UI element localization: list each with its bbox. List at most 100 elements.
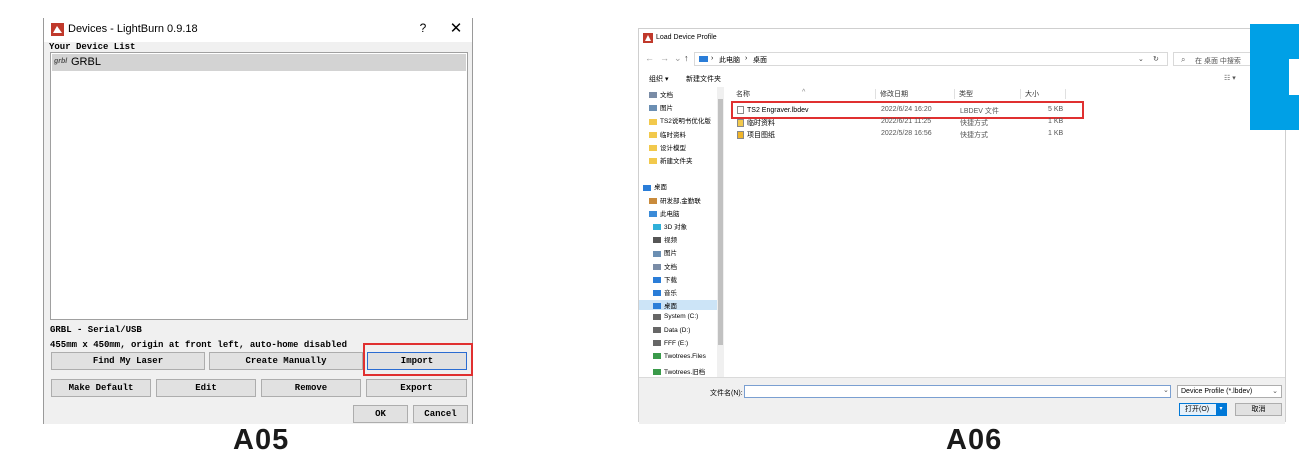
organize-menu[interactable]: 组织 ▾ — [649, 74, 668, 84]
nav-item-label: System (C:) — [664, 313, 699, 321]
nav-item[interactable]: Twotrees.Files — [653, 353, 706, 360]
column-header-type[interactable]: 类型 — [959, 89, 973, 99]
find-my-laser-button[interactable]: Find My Laser — [51, 352, 205, 370]
blue-accent-shape — [1250, 24, 1299, 130]
filename-label: 文件名(N): — [710, 390, 743, 397]
file-icon — [737, 106, 744, 114]
picture-icon — [653, 250, 661, 257]
up-arrow-icon[interactable]: ↑ — [684, 53, 689, 63]
nav-item[interactable]: FFF (E:) — [653, 340, 688, 347]
device-list[interactable]: grbl GRBL — [50, 52, 468, 320]
remove-button[interactable]: Remove — [261, 379, 361, 397]
forward-arrow-icon[interactable]: → — [660, 53, 669, 63]
device-row-grbl[interactable]: grbl GRBL — [52, 54, 466, 71]
open-button-label: 打开(O) — [1185, 406, 1210, 413]
nav-item[interactable]: 文档 — [649, 89, 673, 99]
file-name[interactable]: 临时资料 — [737, 118, 775, 128]
breadcrumb-desktop[interactable]: 桌面 — [753, 55, 767, 65]
open-button[interactable]: 打开(O) ▾ — [1179, 403, 1227, 416]
column-header-date[interactable]: 修改日期 — [880, 89, 908, 99]
scrollbar-thumb[interactable] — [718, 99, 723, 345]
desktop-icon — [653, 303, 661, 310]
nav-item[interactable]: 研发部,金勤联 — [649, 195, 701, 205]
recent-locations-icon[interactable]: ⌄ — [674, 53, 682, 64]
file-date[interactable]: 2022/5/28 16:56 — [881, 130, 932, 137]
folder-icon — [649, 118, 657, 125]
new-folder-button[interactable]: 新建文件夹 — [686, 74, 721, 84]
back-arrow-icon[interactable]: ← — [645, 53, 654, 63]
nav-item[interactable]: 设计模型 — [649, 142, 686, 152]
breadcrumb-this-pc[interactable]: 此电脑 — [719, 55, 740, 65]
view-options-icon[interactable]: ☷ ▾ — [1224, 74, 1236, 82]
drive-icon — [653, 313, 661, 320]
nav-item[interactable]: 桌面 — [643, 181, 667, 191]
navigation-pane[interactable]: 文档 图片 TS2说明书优化版 临时资料 设计模型 新建文件夹 桌面 研发部,金勤联 此电脑 3D… — [639, 87, 724, 377]
column-divider[interactable] — [875, 89, 876, 99]
dialog-title: Load Device Profile — [656, 34, 717, 41]
nav-item[interactable]: 文档 — [653, 261, 677, 271]
nav-item[interactable]: Data (D:) — [653, 327, 690, 334]
shortcut-folder-icon — [737, 119, 744, 128]
file-date[interactable]: 2022/6/21 11:25 — [881, 118, 931, 125]
make-default-button[interactable]: Make Default — [51, 379, 151, 397]
nav-item[interactable]: 桌面 — [639, 300, 717, 311]
file-name-label: 临时资料 — [747, 120, 775, 127]
lightburn-app-icon — [51, 23, 64, 36]
open-split-dropdown-icon[interactable]: ▾ — [1216, 404, 1226, 415]
video-icon — [653, 237, 661, 244]
filename-dropdown-icon[interactable]: ⌄ — [1163, 386, 1169, 394]
file-type[interactable]: 快捷方式 — [960, 118, 988, 128]
user-icon — [649, 197, 657, 204]
import-button[interactable]: Import — [367, 352, 467, 370]
column-header-name[interactable]: 名称 — [736, 89, 750, 99]
nav-item[interactable]: 新建文件夹 — [649, 155, 693, 165]
close-icon[interactable]: ✕ — [448, 19, 464, 37]
folder-icon — [649, 145, 657, 152]
column-divider[interactable] — [1065, 89, 1066, 99]
nav-item[interactable]: 此电脑 — [649, 208, 680, 218]
nav-item[interactable]: 音乐 — [653, 287, 677, 297]
filename-input[interactable] — [744, 385, 1171, 398]
cancel-button[interactable]: Cancel — [413, 405, 468, 423]
command-bar: 组织 ▾ 新建文件夹 ☷ ▾ ? — [639, 72, 1285, 86]
nav-item[interactable]: 图片 — [649, 102, 673, 112]
nav-item-label: Data (D:) — [664, 326, 691, 334]
address-bar[interactable]: › 此电脑 › 桌面 ⌄ ↻ — [694, 52, 1168, 66]
column-header-size[interactable]: 大小 — [1025, 89, 1039, 99]
refresh-icon[interactable]: ↻ — [1153, 55, 1159, 63]
ok-button[interactable]: OK — [353, 405, 408, 423]
file-type[interactable]: 快捷方式 — [960, 130, 988, 140]
column-divider[interactable] — [954, 89, 955, 99]
caption-a06: A06 — [946, 424, 1003, 456]
edit-button[interactable]: Edit — [156, 379, 256, 397]
nav-item[interactable]: 图片 — [653, 247, 677, 257]
file-size[interactable]: 1 KB — [1048, 118, 1063, 125]
folder-icon — [649, 131, 657, 138]
nav-item[interactable]: 临时资料 — [649, 129, 686, 139]
file-type[interactable]: LBDEV 文件 — [960, 106, 999, 116]
file-type-filter[interactable]: Device Profile (*.lbdev) ⌄ — [1177, 385, 1282, 398]
file-size[interactable]: 1 KB — [1048, 130, 1063, 137]
file-name[interactable]: TS2 Engraver.lbdev — [737, 106, 808, 114]
export-button[interactable]: Export — [366, 379, 467, 397]
folder-icon — [649, 158, 657, 165]
nav-item[interactable]: 视频 — [653, 234, 677, 244]
navigation-scrollbar[interactable] — [717, 87, 724, 377]
cancel-button[interactable]: 取消 — [1235, 403, 1282, 416]
help-icon[interactable]: ? — [416, 21, 430, 35]
address-dropdown-icon[interactable]: ⌄ — [1138, 55, 1144, 63]
file-name[interactable]: 项目图纸 — [737, 130, 775, 140]
device-connection-info: GRBL - Serial/USB — [50, 325, 142, 335]
music-icon — [653, 290, 661, 297]
nav-item[interactable]: Twotrees.旧档 — [653, 366, 705, 376]
nav-item[interactable]: System (C:) — [653, 313, 698, 320]
nav-item[interactable]: 下载 — [653, 274, 677, 284]
file-date[interactable]: 2022/6/24 16:20 — [881, 106, 932, 113]
nav-item[interactable]: 3D 对象 — [653, 221, 687, 231]
create-manually-button[interactable]: Create Manually — [209, 352, 363, 370]
nav-item-label: TS2说明书优化版 — [660, 118, 711, 126]
file-size[interactable]: 5 KB — [1048, 106, 1063, 113]
nav-item-label: 视频 — [664, 237, 677, 245]
column-divider[interactable] — [1020, 89, 1021, 99]
nav-item[interactable]: TS2说明书优化版 — [649, 115, 711, 125]
